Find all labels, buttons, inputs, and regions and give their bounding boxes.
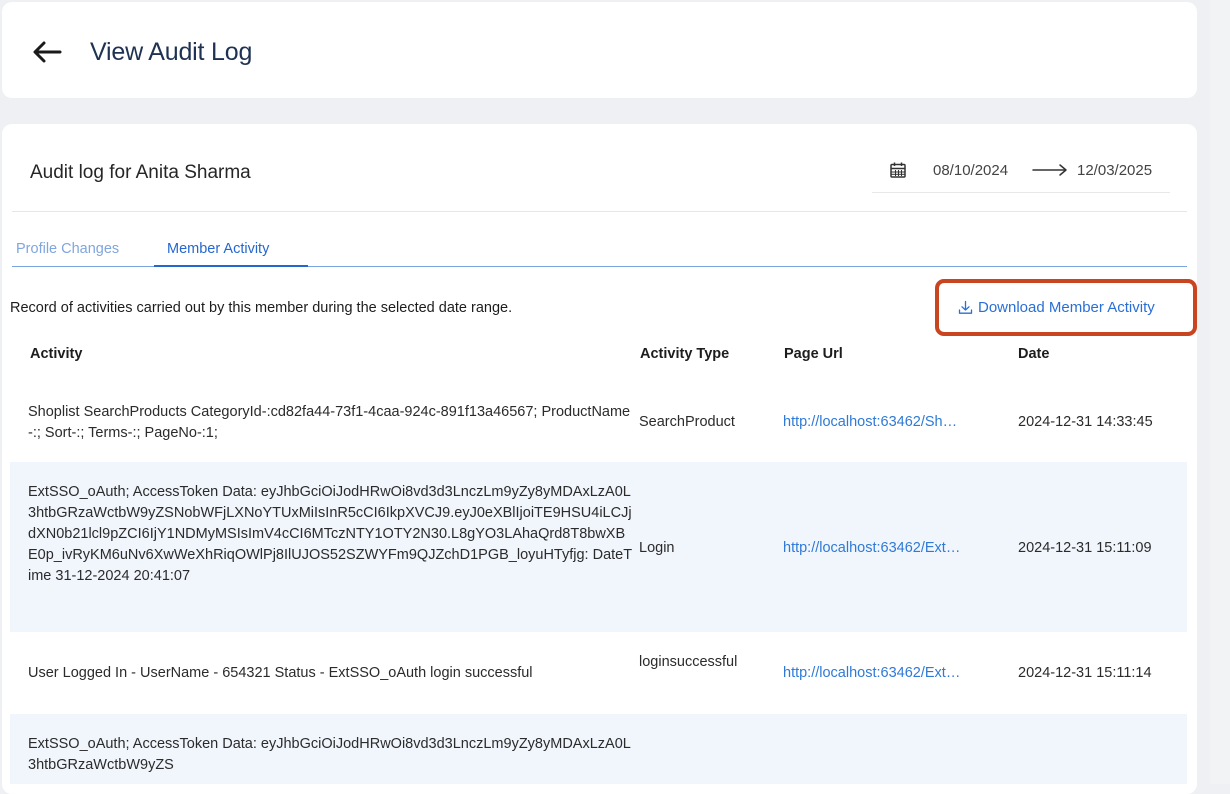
activity-cell: Shoplist SearchProducts CategoryId-:cd82…: [28, 404, 631, 441]
tab-profile-changes[interactable]: Profile Changes: [16, 241, 119, 257]
date-cell: 2024-12-31 15:11:09: [1018, 540, 1152, 556]
activity-cell: ExtSSO_oAuth; AccessToken Data: eyJhbGci…: [28, 484, 633, 584]
activity-description: Record of activities carried out by this…: [10, 300, 513, 316]
download-member-activity-button[interactable]: Download Member Activity: [958, 299, 1155, 316]
table-row: ExtSSO_oAuth; AccessToken Data: eyJhbGci…: [10, 714, 1187, 784]
activity-type-cell: loginsuccessful: [639, 654, 738, 670]
scrollbar-track[interactable]: [1210, 0, 1230, 784]
date-cell: 2024-12-31 14:33:45: [1018, 414, 1153, 430]
table-row: ExtSSO_oAuth; AccessToken Data: eyJhbGci…: [10, 462, 1187, 632]
divider: [12, 211, 1187, 212]
page-title: View Audit Log: [90, 38, 253, 66]
page-url-link[interactable]: http://localhost:63462/Ext…: [783, 663, 993, 684]
table-row: User Logged In - UserName - 654321 Statu…: [10, 632, 1187, 714]
column-header-page-url: Page Url: [784, 346, 843, 362]
calendar-icon: [890, 162, 906, 178]
download-label: Download Member Activity: [978, 299, 1155, 316]
arrow-left-icon[interactable]: [32, 40, 62, 64]
start-date[interactable]: 08/10/2024: [933, 162, 1008, 179]
activity-cell: User Logged In - UserName - 654321 Statu…: [28, 665, 533, 681]
column-header-date: Date: [1018, 346, 1050, 362]
tab-member-activity[interactable]: Member Activity: [167, 241, 269, 257]
table-row: Shoplist SearchProducts CategoryId-:cd82…: [10, 382, 1187, 462]
activity-type-cell: Login: [639, 540, 675, 556]
page-url-link[interactable]: http://localhost:63462/Ext…: [783, 538, 993, 559]
page-url-link[interactable]: http://localhost:63462/Sh…: [783, 412, 993, 433]
long-arrow-right-icon: [1032, 164, 1067, 176]
audit-log-heading: Audit log for Anita Sharma: [30, 162, 251, 183]
activity-type-cell: SearchProduct: [639, 414, 735, 430]
header-card: View Audit Log: [2, 2, 1197, 98]
activity-cell: ExtSSO_oAuth; AccessToken Data: eyJhbGci…: [28, 736, 631, 773]
end-date[interactable]: 12/03/2025: [1077, 162, 1152, 179]
column-header-activity: Activity: [30, 346, 83, 362]
date-range-picker[interactable]: 08/10/2024 12/03/2025: [872, 147, 1170, 193]
download-icon: [958, 300, 973, 314]
active-tab-indicator: [154, 265, 308, 267]
column-header-activity-type: Activity Type: [640, 346, 730, 362]
date-cell: 2024-12-31 15:11:14: [1018, 665, 1152, 681]
